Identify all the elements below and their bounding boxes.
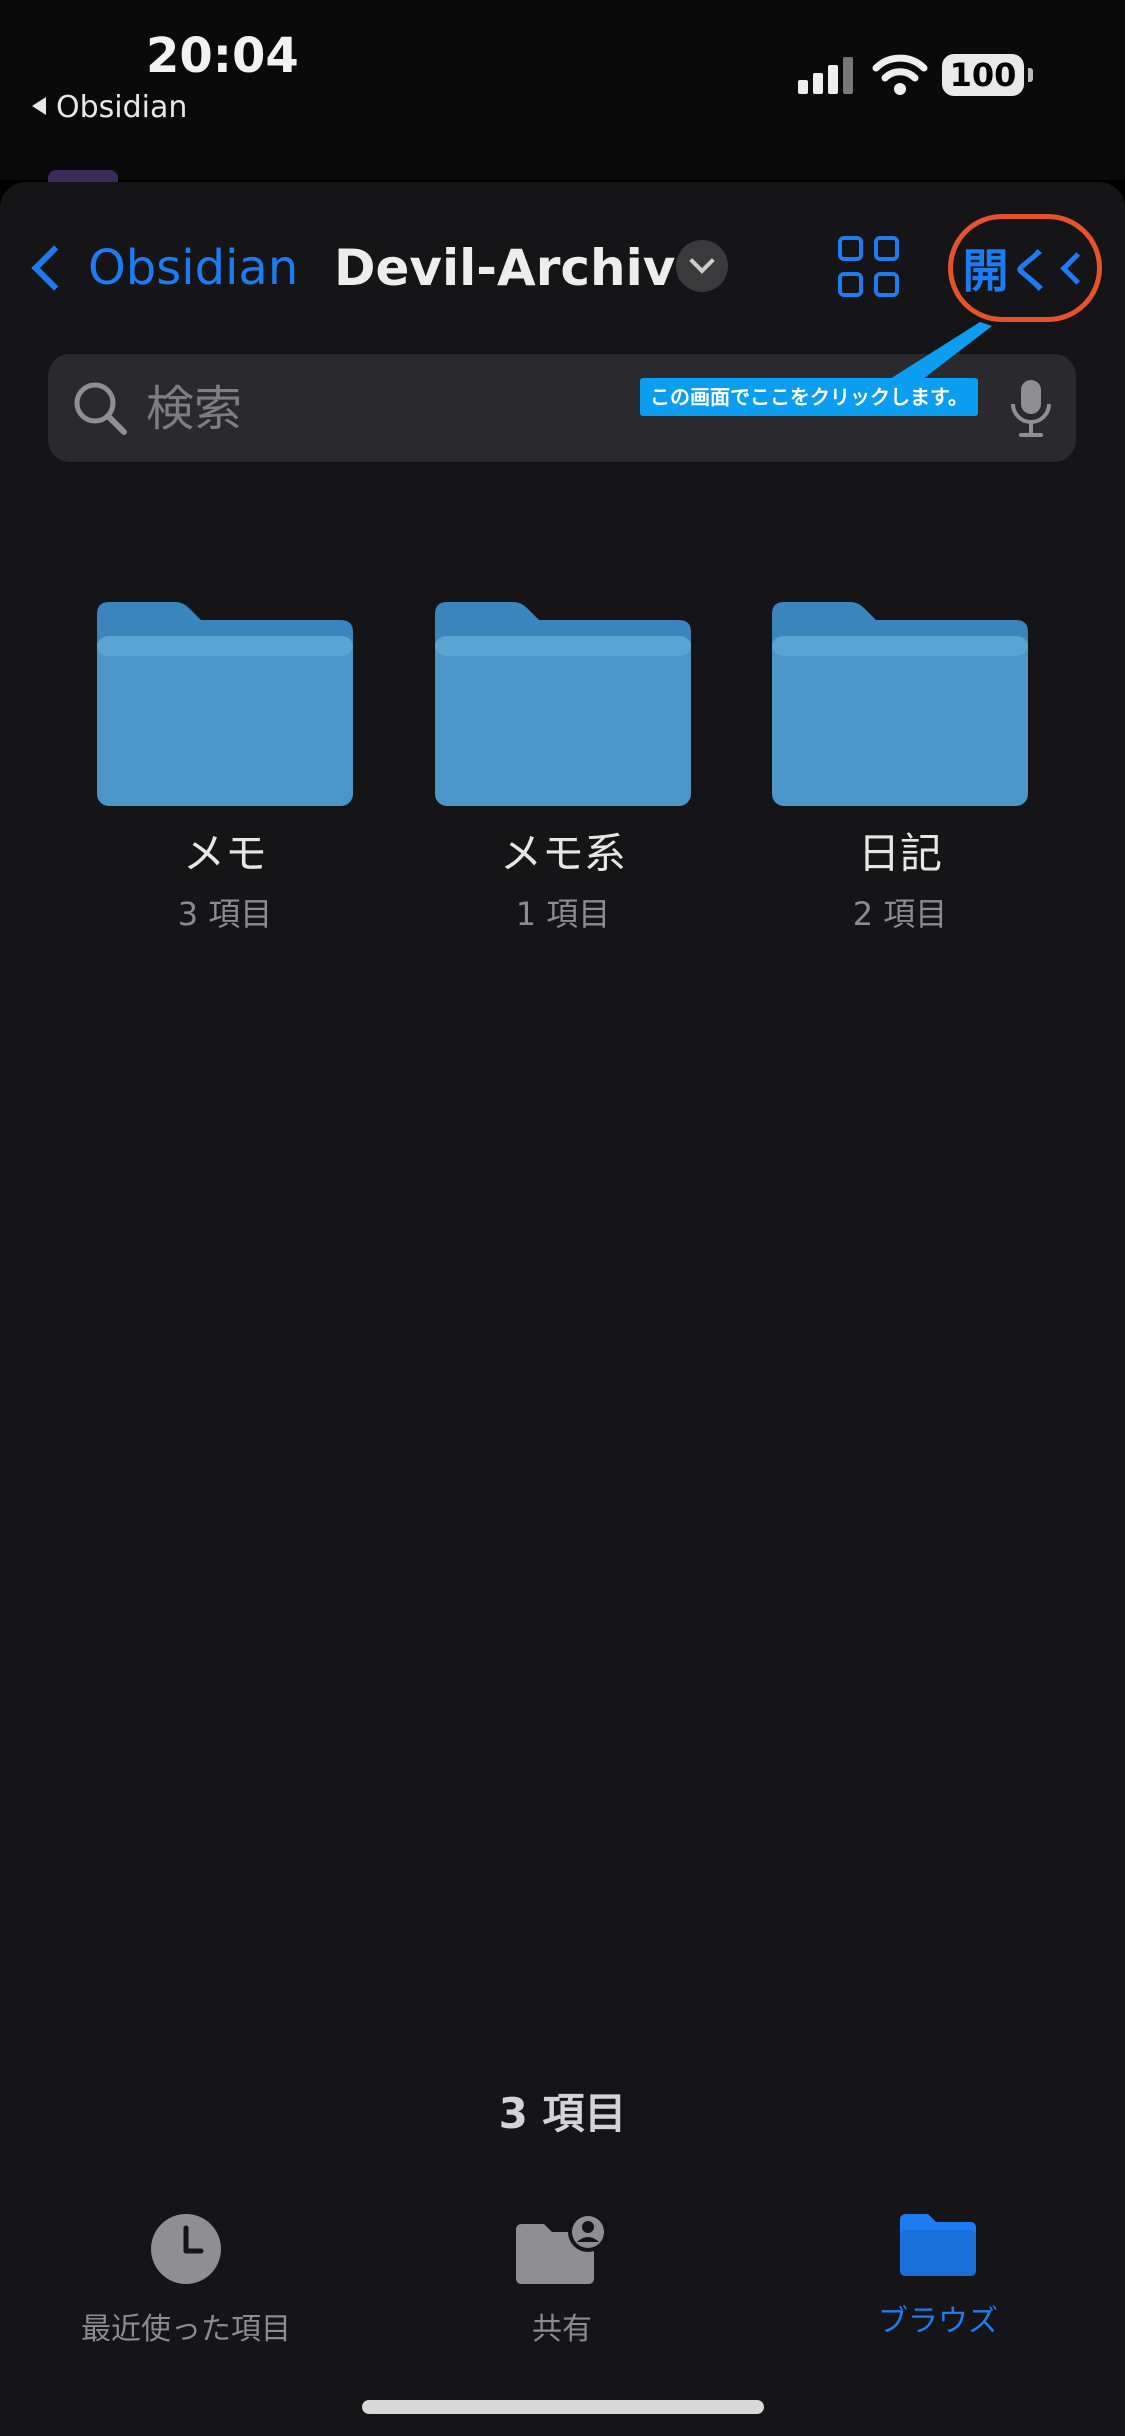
folder-count: 1 項目 [515,895,611,933]
wifi-icon [872,54,928,95]
shared-folder-icon [516,2212,608,2284]
back-button[interactable]: Obsidian [24,238,298,298]
home-indicator[interactable] [362,2400,764,2414]
open-button[interactable]: 開く [948,214,1102,322]
status-time: 20:04 [146,28,299,84]
folder-name: 日記 [857,829,942,878]
tab-shared[interactable]: 共有 [412,2212,712,2348]
battery-indicator: 100 [942,54,1033,96]
folder-icon [435,602,691,806]
microphone-icon[interactable] [1008,378,1054,438]
back-app-label: Obsidian [56,90,188,125]
item-count-label: 3 項目 [498,2089,627,2138]
cellular-signal-icon [798,56,854,94]
tab-label: ブラウズ [878,2304,998,2339]
file-browser-sheet: Obsidian Devil-Archive 開く この画面でここをクリックしま… [0,182,1125,2436]
title-menu-chevron-down-icon[interactable] [676,240,728,292]
folder-item[interactable]: メモ系 1 項目 [428,602,698,935]
folder-name: メモ系 [499,829,626,878]
search-icon [74,382,127,435]
grid-view-icon[interactable] [838,236,902,300]
clock-icon [151,2214,221,2284]
folder-item[interactable]: 日記 2 項目 [765,602,1035,935]
annotation-label: この画面でここをクリックします。 [640,378,978,416]
chevron-left-icon [1059,251,1093,285]
folder-count: 2 項目 [852,895,948,933]
back-button-label: Obsidian [88,240,299,296]
folder-title: Devil-Archive [334,239,710,297]
status-bar: 20:04 Obsidian 100 [0,0,1125,184]
back-to-app-link[interactable]: Obsidian [32,90,187,125]
search-input[interactable] [144,376,668,442]
folder-name: メモ [182,829,267,878]
tab-label: 最近使った項目 [81,2312,291,2347]
tab-label: 共有 [532,2312,592,2347]
folder-icon [97,602,353,806]
open-button-label: 開く [962,244,1055,298]
folder-icon [772,602,1028,806]
tab-browse[interactable]: ブラウズ [788,2212,1088,2340]
back-triangle-icon [32,97,46,115]
folder-count: 3 項目 [177,895,273,933]
folder-item[interactable]: メモ 3 項目 [90,602,360,935]
chevron-left-icon [31,245,77,291]
folder-icon [900,2214,976,2276]
tab-recents[interactable]: 最近使った項目 [36,2212,336,2348]
